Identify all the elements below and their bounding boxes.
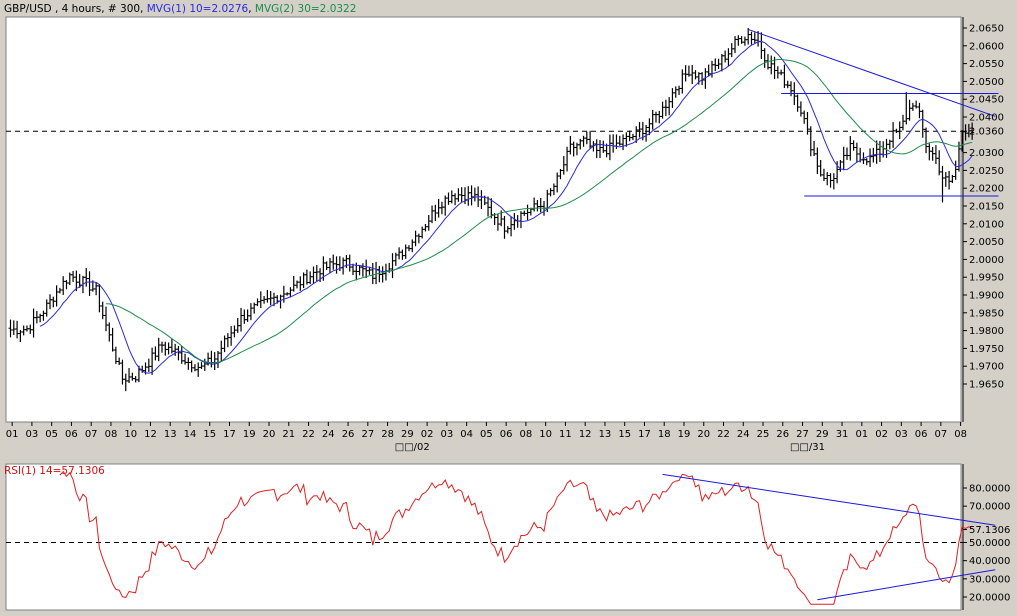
time-tick-label: 28 [381, 429, 394, 440]
price-tick-label: 2.0360 [969, 127, 1004, 138]
time-tick-label: 31 [836, 429, 849, 440]
rsi-tick-label: 20.0000 [969, 593, 1010, 604]
price-tick-label: 2.0100 [969, 219, 1004, 230]
symbol-label: GBP/USD , 4 hours, # 300, [4, 3, 147, 15]
time-tick-label: 01 [855, 429, 868, 440]
price-tick-label: 2.0550 [969, 59, 1004, 70]
price-tick-label: 2.0450 [969, 95, 1004, 106]
price-tick-label: 1.9750 [969, 344, 1004, 355]
time-tick-label: 03 [26, 429, 39, 440]
time-tick-label: 06 [500, 429, 513, 440]
rsi-tick-label: 80.0000 [969, 484, 1010, 495]
time-tick-label: 01 [6, 429, 19, 440]
month-label: □□/02 [395, 442, 430, 453]
time-tick-label: 05 [480, 429, 493, 440]
time-tick-label: 26 [776, 429, 789, 440]
time-tick-label: 27 [796, 429, 809, 440]
price-axis: 2.0650 2.0600 2.0550 2.0500 2.0450 2.0400 2.03… [963, 24, 1004, 391]
time-tick-label: 02 [875, 429, 888, 440]
time-tick-label: 15 [618, 429, 631, 440]
rsi-tick-label: 57.1306 [969, 525, 1010, 536]
time-tick-label: 22 [717, 429, 730, 440]
time-tick-label: 24 [737, 429, 750, 440]
time-tick-label: 19 [678, 429, 691, 440]
time-tick-label: 17 [638, 429, 651, 440]
time-tick-label: 02 [421, 429, 434, 440]
time-tick-label: 07 [934, 429, 947, 440]
time-tick-label: 04 [460, 429, 473, 440]
time-tick-label: 07 [85, 429, 98, 440]
time-tick-label: 06 [915, 429, 928, 440]
time-tick-label: 21 [282, 429, 295, 440]
chart-header: GBP/USD , 4 hours, # 300, MVG(1) 10=2.02… [4, 3, 356, 15]
rsi-tick-label: 30.0000 [969, 574, 1010, 585]
time-tick-label: 15 [203, 429, 216, 440]
price-tick-label: 1.9800 [969, 326, 1004, 337]
time-tick-label: 20 [263, 429, 276, 440]
price-tick-label: 2.0400 [969, 113, 1004, 124]
price-tick-label: 2.0600 [969, 41, 1004, 52]
time-tick-label: 20 [697, 429, 710, 440]
price-tick-label: 1.9900 [969, 291, 1004, 302]
time-tick-label: 03 [440, 429, 453, 440]
price-tick-label: 2.0050 [969, 237, 1004, 248]
time-tick-label: 22 [302, 429, 315, 440]
price-tick-label: 1.9850 [969, 308, 1004, 319]
time-axis: 01 03 05 06 07 08 10 12 13 14 15 17 19 20 21 22 24 26 27 28… [6, 422, 967, 453]
month-label: □□/31 [790, 442, 825, 453]
price-tick-label: 2.0500 [969, 77, 1004, 88]
ma-separator: , [248, 3, 255, 15]
price-tick-label: 1.9700 [969, 362, 1004, 373]
time-tick-label: 29 [816, 429, 829, 440]
time-tick-label: 14 [184, 429, 197, 440]
rsi-axis: 80.0000 70.0000 57.1306 50.0000 40.0000 30.00… [963, 484, 1010, 604]
time-tick-label: 29 [401, 429, 414, 440]
time-tick-label: 12 [579, 429, 592, 440]
time-tick-label: 08 [105, 429, 118, 440]
rsi-plot-area[interactable] [5, 463, 962, 611]
time-tick-label: 05 [45, 429, 58, 440]
rsi-tick-label: 40.0000 [969, 556, 1010, 567]
time-tick-label: 10 [539, 429, 552, 440]
time-tick-label: 25 [757, 429, 770, 440]
time-tick-label: 18 [658, 429, 671, 440]
time-tick-label: 13 [599, 429, 612, 440]
time-tick-label: 06 [65, 429, 78, 440]
price-tick-label: 2.0300 [969, 148, 1004, 159]
ma1-label: MVG(1) 10=2.0276 [147, 3, 249, 15]
rsi-tick-label: 70.0000 [969, 502, 1010, 513]
time-tick-label: 10 [124, 429, 137, 440]
price-tick-label: 2.0150 [969, 202, 1004, 213]
price-tick-label: 2.0250 [969, 166, 1004, 177]
time-tick-label: 24 [322, 429, 335, 440]
time-tick-label: 27 [361, 429, 374, 440]
time-tick-label: 19 [243, 429, 256, 440]
time-tick-label: 17 [223, 429, 236, 440]
price-tick-label: 2.0200 [969, 184, 1004, 195]
rsi-tick-label: 50.0000 [969, 538, 1010, 549]
time-tick-label: 11 [559, 429, 572, 440]
price-tick-label: 2.0650 [969, 24, 1004, 35]
time-tick-label: 08 [520, 429, 533, 440]
price-tick-label: 1.9650 [969, 380, 1004, 391]
chart-canvas: GBP/USD , 4 hours, # 300, MVG(1) 10=2.02… [4, 3, 1010, 611]
time-tick-label: 08 [954, 429, 967, 440]
ma2-label: MVG(2) 30=2.0322 [255, 3, 357, 15]
rsi-header: RSI(1) 14=57.1306 [4, 465, 105, 477]
price-tick-label: 1.9950 [969, 273, 1004, 284]
price-tick-label: 2.0000 [969, 255, 1004, 266]
time-tick-label: 26 [342, 429, 355, 440]
time-tick-label: 13 [164, 429, 177, 440]
time-tick-label: 03 [895, 429, 908, 440]
time-tick-label: 12 [144, 429, 157, 440]
